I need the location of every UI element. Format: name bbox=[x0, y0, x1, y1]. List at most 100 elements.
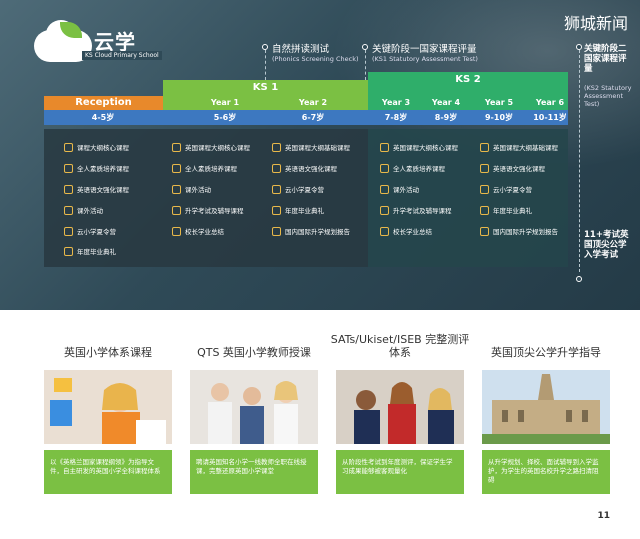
book-icon bbox=[172, 142, 181, 152]
book-icon bbox=[480, 163, 489, 173]
ks1-years bbox=[163, 96, 368, 110]
caption-curriculum: 以《英格兰国家课程纲领》为指导文件，自主研发的英国小学全科课程体系 bbox=[44, 450, 172, 494]
feature-title-curriculum: 英国小学体系课程 bbox=[64, 346, 152, 359]
logo-subtitle: KS Cloud Primary School bbox=[82, 51, 162, 60]
milestone-ks2-sub-block: (KS2 Statutory Assessment Test) bbox=[584, 84, 634, 108]
camp-icon bbox=[480, 184, 489, 194]
activity-icon bbox=[380, 184, 389, 194]
course-item: 升学考试及辅导课程 bbox=[380, 205, 452, 215]
book-icon bbox=[272, 142, 281, 152]
book-icon bbox=[64, 184, 73, 194]
photo-school-building bbox=[482, 370, 610, 444]
year-6: Year 6 bbox=[535, 98, 565, 107]
people-icon bbox=[172, 163, 181, 173]
course-item: 全人素质培养课程 bbox=[172, 163, 237, 173]
people-icon bbox=[64, 163, 73, 173]
course-item: 年度毕业典礼 bbox=[272, 205, 324, 215]
course-item: 全人素质培养课程 bbox=[380, 163, 445, 173]
age-label: 4-5岁 bbox=[91, 113, 115, 122]
photo-students-exam bbox=[336, 370, 464, 444]
milestone-sub: (KS2 Statutory Assessment Test) bbox=[584, 84, 632, 108]
ks2-band: KS 2 bbox=[368, 72, 568, 88]
milestone-line bbox=[579, 50, 580, 272]
year-1: Year 1 bbox=[210, 98, 240, 107]
reception-band: Reception bbox=[44, 96, 163, 110]
course-item: 年度毕业典礼 bbox=[480, 205, 532, 215]
people-icon bbox=[380, 163, 389, 173]
school-logo[interactable]: 云学 KS Cloud Primary School bbox=[34, 20, 164, 62]
year-4: Year 4 bbox=[431, 98, 461, 107]
book-icon bbox=[272, 163, 281, 173]
course-item: 课外活动 bbox=[380, 184, 419, 194]
photo-student-drawing bbox=[44, 370, 172, 444]
course-item: 升学考试及辅导课程 bbox=[172, 205, 244, 215]
activity-icon bbox=[64, 205, 73, 215]
course-item: 国内国际升学规划报告 bbox=[480, 226, 558, 236]
graduation-icon bbox=[64, 246, 73, 256]
activity-icon bbox=[172, 184, 181, 194]
course-item: 云小学夏令营 bbox=[480, 184, 532, 194]
course-item: 英国课程大纲核心课程 bbox=[172, 142, 250, 152]
feature-title-guidance: 英国顶尖公学升学指导 bbox=[491, 346, 601, 359]
camp-icon bbox=[64, 226, 73, 236]
age-label: 10-11岁 bbox=[533, 113, 567, 122]
year-5: Year 5 bbox=[484, 98, 514, 107]
course-item: 课程大纲核心课程 bbox=[64, 142, 129, 152]
course-item: 课外活动 bbox=[64, 205, 103, 215]
course-item: 国内国际升学规划报告 bbox=[272, 226, 350, 236]
course-item: 课外活动 bbox=[172, 184, 211, 194]
course-item: 英语语文强化课程 bbox=[480, 163, 545, 173]
age-label: 8-9岁 bbox=[434, 113, 458, 122]
milestone-ks2: 关键阶段二国家课程评量 bbox=[584, 44, 634, 74]
milestone-ks1: 关键阶段一国家课程评量 (KS1 Statutory Assessment Te… bbox=[372, 44, 522, 63]
milestone-title: 自然拼读测试 bbox=[272, 44, 330, 55]
graduation-icon bbox=[480, 205, 489, 215]
caption-teachers: 聘请英国知名小学一线教师全职在线授课，完整还原英国小学课堂 bbox=[190, 450, 318, 494]
globe-icon bbox=[480, 226, 489, 236]
news-watermark: 狮城新闻 bbox=[563, 14, 628, 33]
report-icon bbox=[172, 226, 181, 236]
milestone-phonics: 自然拼读测试 (Phonics Screening Check) bbox=[272, 44, 362, 63]
year-2: Year 2 bbox=[298, 98, 328, 107]
book-icon bbox=[480, 142, 489, 152]
course-item: 英国课程大纲基础课程 bbox=[480, 142, 558, 152]
globe-icon bbox=[272, 226, 281, 236]
book-icon bbox=[64, 142, 73, 152]
milestone-title: 关键阶段一国家课程评量 bbox=[372, 44, 477, 55]
course-item: 云小学夏令营 bbox=[64, 226, 116, 236]
photo-teachers bbox=[190, 370, 318, 444]
course-item: 云小学夏令营 bbox=[272, 184, 324, 194]
milestone-sub: (Phonics Screening Check) bbox=[272, 55, 359, 63]
book-icon bbox=[380, 142, 389, 152]
milestone-title: 关键阶段二国家课程评量 bbox=[584, 44, 627, 74]
caption-guidance: 从升学规划、择校、面试辅导到入学监护，为学生的英国名校升学之路扫清阻碍 bbox=[482, 450, 610, 494]
graduation-icon bbox=[272, 205, 281, 215]
course-item: 英国课程大纲基础课程 bbox=[272, 142, 350, 152]
milestone-11plus: 11+考试英国顶尖公学入学考试 bbox=[584, 230, 634, 260]
course-item: 英语语文强化课程 bbox=[272, 163, 337, 173]
caption-assessment: 从阶段性考试到年度测评，保证学生学习成果能够被客观量化 bbox=[336, 450, 464, 494]
report-icon bbox=[380, 226, 389, 236]
milestone-title: 11+考试英国顶尖公学入学考试 bbox=[584, 230, 629, 260]
age-label: 9-10岁 bbox=[484, 113, 514, 122]
year-3: Year 3 bbox=[381, 98, 411, 107]
chart-icon bbox=[172, 205, 181, 215]
feature-title-teachers: QTS 英国小学教师授课 bbox=[197, 346, 311, 359]
milestone-line bbox=[365, 50, 366, 80]
camp-icon bbox=[272, 184, 281, 194]
course-item: 校长学业总结 bbox=[380, 226, 432, 236]
milestone-dot bbox=[576, 276, 582, 282]
page-number: 11 bbox=[597, 511, 610, 521]
course-item: 全人素质培养课程 bbox=[64, 163, 129, 173]
milestone-sub: (KS1 Statutory Assessment Test) bbox=[372, 55, 478, 63]
age-label: 5-6岁 bbox=[213, 113, 237, 122]
feature-title-assessment: SATs/Ukiset/ISEB 完整测评体系 bbox=[330, 333, 470, 359]
course-item: 年度毕业典礼 bbox=[64, 246, 116, 256]
ks1-band: KS 1 bbox=[163, 80, 368, 96]
milestone-line bbox=[265, 50, 266, 80]
chart-icon bbox=[380, 205, 389, 215]
brochure-page: 云学 KS Cloud Primary School 狮城新闻 自然拼读测试 (… bbox=[0, 0, 640, 539]
course-item: 英国课程大纲核心课程 bbox=[380, 142, 458, 152]
age-label: 7-8岁 bbox=[384, 113, 408, 122]
course-item: 校长学业总结 bbox=[172, 226, 224, 236]
